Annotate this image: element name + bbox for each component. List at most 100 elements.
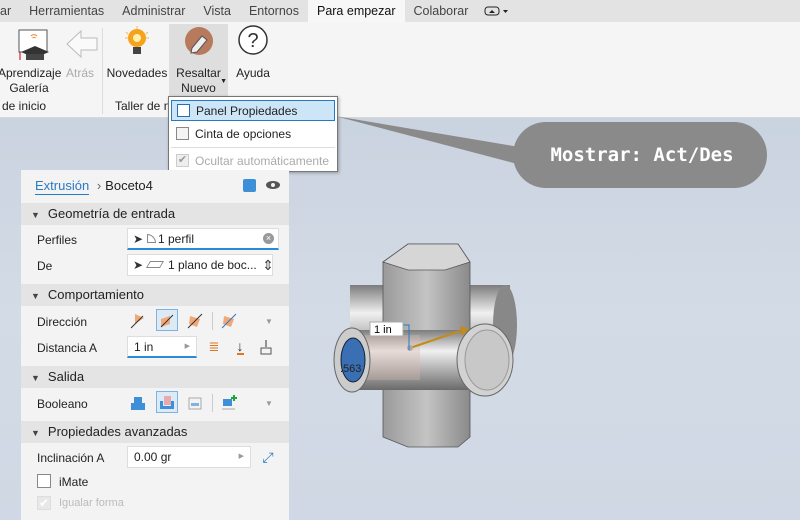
section-output[interactable]: ▼ Salida	[21, 366, 289, 388]
ribbon-display-toggle[interactable]	[484, 6, 510, 17]
plane-icon	[145, 261, 165, 268]
cursor-icon: ➤	[133, 258, 144, 272]
dropdown-arrow-icon: ▼	[220, 78, 227, 85]
new-solid-icon	[222, 395, 237, 410]
highlight-dropdown-menu: Panel Propiedades Cinta de opciones ✔ Ocu…	[168, 96, 338, 172]
lightbulb-icon	[117, 24, 157, 64]
direction-flipped-button[interactable]	[156, 309, 178, 331]
graduation-cap-icon	[9, 24, 49, 64]
menu-item-label: Panel Propiedades	[196, 103, 298, 118]
ribbon-minimize-icon	[484, 6, 508, 16]
between-icon[interactable]: ≣	[203, 336, 225, 358]
checkmark-icon: ✔	[176, 154, 189, 167]
section-title: Salida	[47, 369, 85, 384]
flip-taper-icon[interactable]: ⤢	[257, 446, 279, 468]
eye-icon[interactable]	[265, 179, 281, 194]
3d-model-viewport[interactable]: 1 in .563	[320, 230, 540, 450]
menu-item-properties-panel[interactable]: Panel Propiedades	[171, 100, 335, 121]
learning-gallery-button[interactable]: Aprendizaje Galería	[0, 24, 62, 96]
direction-icon	[221, 313, 237, 329]
intersect-button[interactable]	[184, 392, 206, 414]
panel-label-start: de inicio	[2, 99, 47, 113]
callout-bubble: Mostrar: Act/Des	[513, 122, 767, 188]
direction-symmetric-button[interactable]	[184, 310, 206, 332]
section-title: Propiedades avanzadas	[47, 424, 188, 439]
back-arrow-icon	[62, 24, 102, 64]
ribbon: Aprendizaje Galería Atrás Novedades Resa…	[0, 22, 800, 118]
match-shape-label: Igualar forma	[59, 497, 124, 509]
breadcrumb-current: Boceto4	[105, 178, 153, 193]
breadcrumb-extrusion-link[interactable]: Extrusión	[35, 178, 90, 195]
highlight-new-button[interactable]: Resaltar Nuevo ▼	[169, 24, 228, 96]
intersect-icon	[188, 397, 202, 410]
taper-value: 0.00 gr	[134, 450, 172, 464]
menu-divider	[171, 147, 335, 148]
divider	[212, 394, 213, 412]
tab-para-empezar[interactable]: Para empezar	[307, 0, 405, 22]
section-title: Geometría de entrada	[47, 206, 176, 221]
tab-herramientas[interactable]: Herramientas	[20, 0, 113, 22]
expand-arrow-icon[interactable]: ▶	[185, 337, 190, 356]
learning-label-1: Aprendizaje	[0, 66, 62, 80]
tab-colaborar[interactable]: Colaborar	[405, 0, 478, 22]
profiles-selector[interactable]: ➤ 1 perfil ×	[127, 228, 279, 250]
whats-new-button[interactable]: Novedades	[105, 24, 169, 81]
cut-icon	[160, 396, 174, 409]
boolean-dropdown-icon[interactable]: ▼	[265, 399, 273, 408]
direction-dropdown-icon[interactable]: ▼	[265, 317, 273, 326]
clear-icon[interactable]: ×	[263, 233, 274, 244]
taper-label: Inclinación A	[37, 451, 105, 465]
direction-label: Dirección	[37, 315, 88, 329]
cut-button[interactable]	[156, 391, 178, 413]
ribbon-tabs: ar Herramientas Administrar Vista Entorn…	[0, 0, 800, 22]
panel-label-workshop: Taller de n	[115, 99, 171, 113]
help-question-icon: ?	[233, 24, 273, 64]
direction-default-button[interactable]	[127, 310, 149, 332]
dimension-label: 1 in	[374, 324, 392, 336]
menu-item-label: Ocultar automáticamente	[195, 153, 330, 168]
taper-input[interactable]: 0.00 gr ▶	[127, 446, 251, 468]
through-all-icon[interactable]	[255, 336, 277, 358]
pipe-cross-model	[333, 243, 517, 448]
divider	[102, 28, 103, 114]
diameter-label: .563	[340, 363, 361, 375]
from-selector[interactable]: ➤ 1 plano de boc...	[127, 254, 273, 276]
expand-arrow-icon[interactable]: ▶	[239, 447, 244, 467]
match-shape-checkbox: ✔	[37, 496, 51, 510]
checkbox	[177, 104, 190, 117]
menu-item-ribbon[interactable]: Cinta de opciones	[171, 123, 335, 144]
properties-panel: Extrusión › Boceto4 ▼ Geometría de entrada…	[21, 170, 289, 520]
menu-item-auto-hide: ✔ Ocultar automáticamente	[171, 150, 335, 171]
help-label: Ayuda	[236, 66, 270, 80]
imate-checkbox[interactable]	[37, 474, 51, 488]
section-title: Comportamiento	[47, 287, 145, 302]
cube-icon[interactable]	[243, 179, 256, 192]
help-button[interactable]: ? Ayuda	[232, 24, 274, 81]
menu-item-label: Cinta de opciones	[195, 126, 292, 141]
to-icon[interactable]: ↓	[229, 336, 251, 358]
direction-icon	[160, 314, 174, 328]
section-behavior[interactable]: ▼ Comportamiento	[21, 284, 289, 306]
profiles-value: 1 perfil	[158, 232, 195, 246]
divider	[212, 312, 213, 330]
new-solid-button[interactable]	[218, 392, 240, 414]
section-advanced[interactable]: ▼ Propiedades avanzadas	[21, 421, 289, 443]
distance-extent-icon[interactable]: ⇕	[257, 254, 279, 276]
join-button[interactable]	[127, 392, 149, 414]
distance-input[interactable]: 1 in ▶	[127, 336, 197, 358]
tab-vista[interactable]: Vista	[194, 0, 240, 22]
direction-asymmetric-button[interactable]	[218, 310, 240, 332]
cursor-icon: ➤	[133, 232, 144, 246]
from-label: De	[37, 259, 53, 273]
tab-entornos[interactable]: Entornos	[240, 0, 308, 22]
boolean-label: Booleano	[37, 397, 88, 411]
section-input-geometry[interactable]: ▼ Geometría de entrada	[21, 203, 289, 225]
svg-text:?: ?	[247, 30, 258, 52]
tab-ar[interactable]: ar	[0, 0, 20, 22]
back-label: Atrás	[65, 66, 94, 80]
back-button[interactable]: Atrás	[62, 24, 98, 81]
from-value: 1 plano de boc...	[168, 258, 257, 272]
join-icon	[131, 397, 145, 410]
tab-administrar[interactable]: Administrar	[113, 0, 194, 22]
distance-value: 1 in	[134, 340, 154, 354]
